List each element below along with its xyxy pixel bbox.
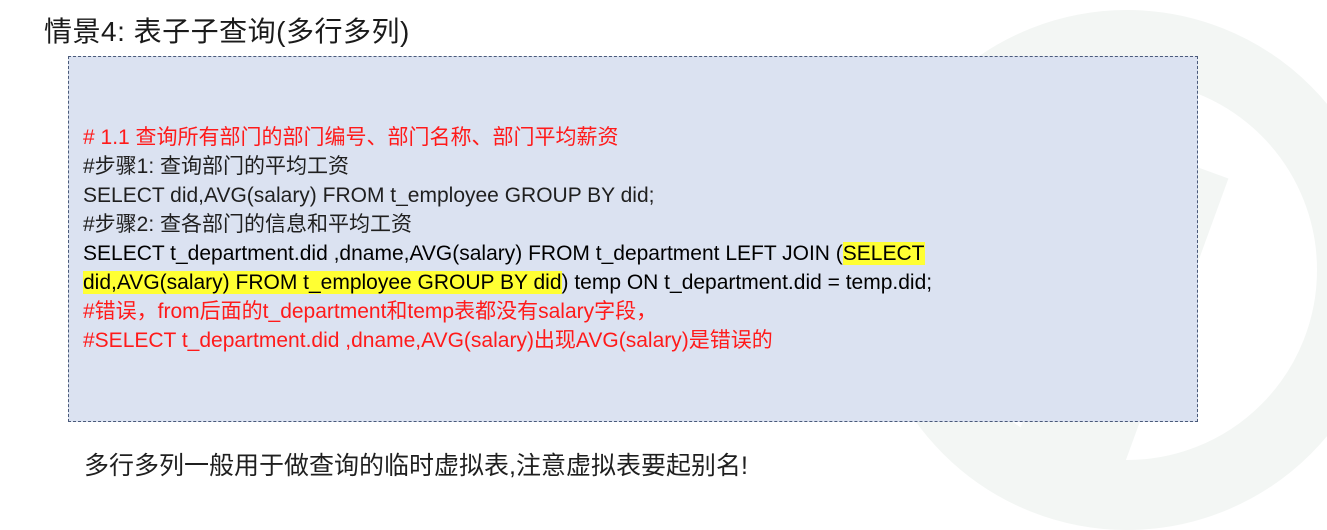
code-sql-2-line-a: SELECT t_department.did ,dname,AVG(salar… bbox=[83, 239, 932, 268]
code-step-2-line: #步骤2: 查各部门的信息和平均工资 bbox=[83, 213, 413, 236]
code-step-1-line: #步骤1: 查询部门的平均工资 bbox=[83, 155, 350, 178]
code-sql-2-line-b: did,AVG(salary) FROM t_employee GROUP BY… bbox=[83, 268, 932, 297]
slide-title: 情景4: 表子子查询(多行多列) bbox=[44, 16, 410, 47]
code-sql-1-line: SELECT did,AVG(salary) FROM t_employee G… bbox=[83, 184, 655, 207]
code-box: # 1.1 查询所有部门的部门编号、部门名称、部门平均薪资 #步骤1: 查询部门… bbox=[68, 56, 1198, 422]
code-sql-2-highlight-b: did,AVG(salary) FROM t_employee GROUP BY… bbox=[83, 271, 562, 294]
code-lines: # 1.1 查询所有部门的部门编号、部门名称、部门平均薪资 #步骤1: 查询部门… bbox=[83, 123, 932, 355]
code-error-1-line: #错误，from后面的t_department和temp表都没有salary字段… bbox=[83, 300, 658, 323]
code-error-2-line: #SELECT t_department.did ,dname,AVG(sala… bbox=[83, 329, 773, 352]
footer-note: 多行多列一般用于做查询的临时虚拟表,注意虚拟表要起别名! bbox=[84, 452, 748, 480]
code-comment-line: # 1.1 查询所有部门的部门编号、部门名称、部门平均薪资 bbox=[83, 126, 619, 149]
code-sql-2-part-a: SELECT t_department.did ,dname,AVG(salar… bbox=[83, 242, 843, 265]
code-sql-2-part-b: ) temp ON t_department.did = temp.did; bbox=[561, 271, 933, 294]
code-sql-2-highlight-a: SELECT bbox=[842, 242, 925, 265]
